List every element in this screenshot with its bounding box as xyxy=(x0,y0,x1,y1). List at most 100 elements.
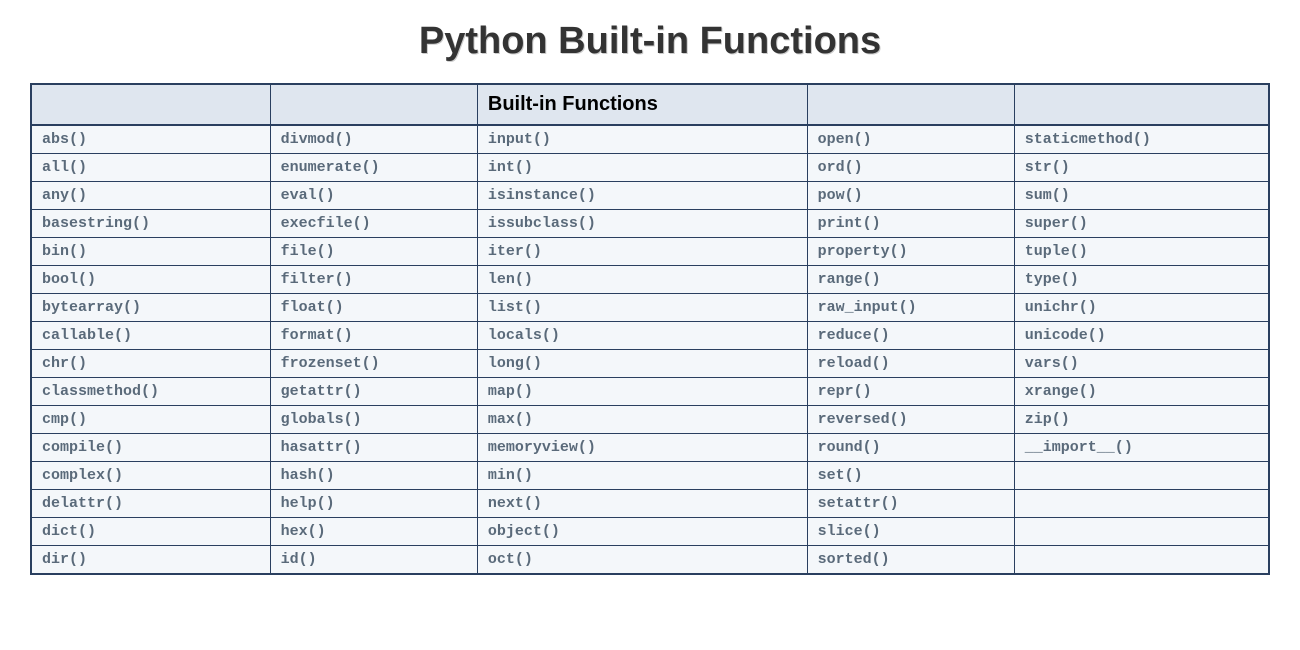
table-cell: cmp() xyxy=(31,406,270,434)
table-row: complex()hash()min()set() xyxy=(31,462,1269,490)
table-cell: format() xyxy=(270,322,477,350)
table-cell: all() xyxy=(31,154,270,182)
table-cell: delattr() xyxy=(31,490,270,518)
table-cell: super() xyxy=(1014,210,1269,238)
table-cell: globals() xyxy=(270,406,477,434)
table-cell: __import__() xyxy=(1014,434,1269,462)
table-cell: dir() xyxy=(31,546,270,575)
table-cell: bool() xyxy=(31,266,270,294)
table-row: dict()hex()object()slice() xyxy=(31,518,1269,546)
table-row: bool()filter()len()range()type() xyxy=(31,266,1269,294)
table-header-row: Built-in Functions xyxy=(31,84,1269,125)
table-cell: xrange() xyxy=(1014,378,1269,406)
table-cell: range() xyxy=(807,266,1014,294)
table-cell: memoryview() xyxy=(477,434,807,462)
table-cell: set() xyxy=(807,462,1014,490)
table-row: cmp()globals()max()reversed()zip() xyxy=(31,406,1269,434)
table-cell: type() xyxy=(1014,266,1269,294)
table-cell: execfile() xyxy=(270,210,477,238)
table-cell: len() xyxy=(477,266,807,294)
table-cell xyxy=(1014,490,1269,518)
table-cell: property() xyxy=(807,238,1014,266)
table-row: any()eval()isinstance()pow()sum() xyxy=(31,182,1269,210)
table-cell xyxy=(1014,518,1269,546)
table-row: bytearray()float()list()raw_input()unich… xyxy=(31,294,1269,322)
table-header-cell xyxy=(807,84,1014,125)
table-cell: oct() xyxy=(477,546,807,575)
table-cell: dict() xyxy=(31,518,270,546)
table-cell xyxy=(1014,546,1269,575)
table-cell: frozenset() xyxy=(270,350,477,378)
table-row: chr()frozenset()long()reload()vars() xyxy=(31,350,1269,378)
table-cell: tuple() xyxy=(1014,238,1269,266)
table-cell: min() xyxy=(477,462,807,490)
table-cell: next() xyxy=(477,490,807,518)
table-cell: float() xyxy=(270,294,477,322)
table-cell: setattr() xyxy=(807,490,1014,518)
table-row: basestring()execfile()issubclass()print(… xyxy=(31,210,1269,238)
builtins-table: Built-in Functions abs()divmod()input()o… xyxy=(30,83,1270,575)
table-cell: vars() xyxy=(1014,350,1269,378)
table-cell: repr() xyxy=(807,378,1014,406)
table-cell: ord() xyxy=(807,154,1014,182)
table-cell: abs() xyxy=(31,125,270,154)
table-cell: zip() xyxy=(1014,406,1269,434)
table-cell: slice() xyxy=(807,518,1014,546)
table-cell: reduce() xyxy=(807,322,1014,350)
table-cell: isinstance() xyxy=(477,182,807,210)
table-cell: hasattr() xyxy=(270,434,477,462)
table-cell: bin() xyxy=(31,238,270,266)
table-cell: id() xyxy=(270,546,477,575)
table-row: all()enumerate()int()ord()str() xyxy=(31,154,1269,182)
table-cell: filter() xyxy=(270,266,477,294)
table-cell: long() xyxy=(477,350,807,378)
table-row: dir()id()oct()sorted() xyxy=(31,546,1269,575)
table-cell: help() xyxy=(270,490,477,518)
table-header-cell: Built-in Functions xyxy=(477,84,807,125)
table-row: compile()hasattr()memoryview()round()__i… xyxy=(31,434,1269,462)
table-cell: str() xyxy=(1014,154,1269,182)
table-cell xyxy=(1014,462,1269,490)
table-cell: max() xyxy=(477,406,807,434)
table-cell: basestring() xyxy=(31,210,270,238)
table-row: abs()divmod()input()open()staticmethod() xyxy=(31,125,1269,154)
table-cell: unichr() xyxy=(1014,294,1269,322)
table-row: callable()format()locals()reduce()unicod… xyxy=(31,322,1269,350)
table-row: delattr()help()next()setattr() xyxy=(31,490,1269,518)
table-cell: raw_input() xyxy=(807,294,1014,322)
table-cell: iter() xyxy=(477,238,807,266)
table-cell: issubclass() xyxy=(477,210,807,238)
table-cell: file() xyxy=(270,238,477,266)
table-cell: list() xyxy=(477,294,807,322)
table-cell: map() xyxy=(477,378,807,406)
table-cell: getattr() xyxy=(270,378,477,406)
table-cell: any() xyxy=(31,182,270,210)
table-cell: int() xyxy=(477,154,807,182)
table-cell: input() xyxy=(477,125,807,154)
table-cell: locals() xyxy=(477,322,807,350)
table-cell: unicode() xyxy=(1014,322,1269,350)
table-cell: print() xyxy=(807,210,1014,238)
table-cell: bytearray() xyxy=(31,294,270,322)
table-cell: classmethod() xyxy=(31,378,270,406)
table-cell: reload() xyxy=(807,350,1014,378)
page-title: Python Built-in Functions xyxy=(30,20,1270,63)
table-cell: pow() xyxy=(807,182,1014,210)
table-row: bin()file()iter()property()tuple() xyxy=(31,238,1269,266)
table-cell: object() xyxy=(477,518,807,546)
table-cell: staticmethod() xyxy=(1014,125,1269,154)
table-cell: compile() xyxy=(31,434,270,462)
table-cell: enumerate() xyxy=(270,154,477,182)
table-cell: sorted() xyxy=(807,546,1014,575)
table-row: classmethod()getattr()map()repr()xrange(… xyxy=(31,378,1269,406)
table-cell: open() xyxy=(807,125,1014,154)
table-cell: eval() xyxy=(270,182,477,210)
table-cell: hex() xyxy=(270,518,477,546)
table-cell: callable() xyxy=(31,322,270,350)
table-cell: sum() xyxy=(1014,182,1269,210)
table-cell: chr() xyxy=(31,350,270,378)
table-cell: complex() xyxy=(31,462,270,490)
table-header-cell xyxy=(270,84,477,125)
table-header-cell xyxy=(1014,84,1269,125)
table-cell: divmod() xyxy=(270,125,477,154)
